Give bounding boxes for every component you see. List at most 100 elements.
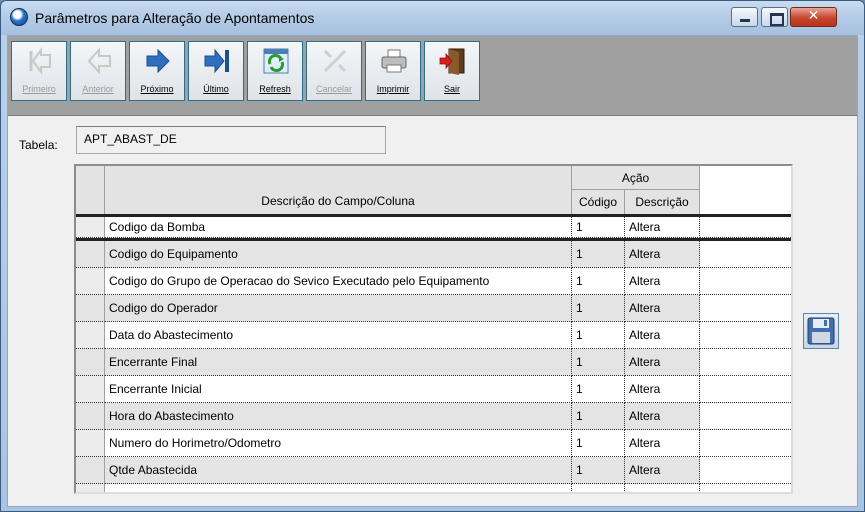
next-record-icon	[146, 48, 170, 74]
table-row[interactable]: Codigo do Operador 1 Altera	[76, 295, 791, 322]
cell-campo[interactable]: Codigo do Grupo de Operacao do Sevico Ex…	[105, 268, 572, 295]
cell-descricao[interactable]: Altera	[625, 430, 700, 457]
cell-empty	[700, 403, 791, 430]
cell-codigo[interactable]: 1	[572, 430, 625, 457]
cell-empty	[700, 268, 791, 295]
print-button[interactable]: Imprimir	[365, 41, 421, 101]
first-record-label: Primeiro	[22, 84, 56, 94]
app-icon[interactable]	[10, 8, 28, 26]
row-selector[interactable]	[76, 295, 105, 322]
close-icon: ✕	[807, 8, 820, 24]
cell-empty	[700, 457, 791, 484]
cell-codigo[interactable]: 1	[572, 403, 625, 430]
tabela-field[interactable]: APT_ABAST_DE	[76, 126, 386, 154]
previous-record-label: Anterior	[82, 84, 114, 94]
table-row[interactable]: Codigo da Bomba 1 Altera	[76, 214, 791, 241]
cell-empty	[700, 484, 791, 492]
cell-descricao[interactable]: Altera	[625, 241, 700, 268]
row-selector[interactable]	[76, 241, 105, 268]
previous-record-button[interactable]: Anterior	[70, 41, 126, 101]
table-row[interactable]: Codigo do Grupo de Operacao do Sevico Ex…	[76, 268, 791, 295]
cell-codigo[interactable]: 1	[572, 322, 625, 349]
tabela-label: Tabela:	[19, 138, 58, 152]
cell-descricao[interactable]: Altera	[625, 217, 700, 238]
table-row[interactable]: Hora do Abastecimento 1 Altera	[76, 403, 791, 430]
table-row[interactable]: Numero do Horimetro/Odometro 1 Altera	[76, 430, 791, 457]
cancel-button[interactable]: Cancelar	[306, 41, 362, 101]
last-record-button[interactable]: Último	[188, 41, 244, 101]
printer-icon	[381, 49, 407, 73]
cell-descricao[interactable]: Altera	[625, 322, 700, 349]
maximize-button[interactable]	[761, 7, 788, 27]
save-button[interactable]	[803, 313, 839, 349]
cell-campo[interactable]: Numero do Horimetro/Odometro	[105, 430, 572, 457]
row-selector[interactable]	[76, 268, 105, 295]
cell-empty	[700, 430, 791, 457]
fields-grid[interactable]: Descrição do Campo/Coluna Ação Código De…	[74, 164, 793, 494]
column-header-descricao[interactable]: Descrição	[625, 190, 700, 215]
cell-campo[interactable]: Encerrante Final	[105, 349, 572, 376]
row-selector-header	[76, 166, 105, 215]
cell-codigo[interactable]: 1	[572, 217, 625, 238]
cell-descricao[interactable]: Altera	[625, 349, 700, 376]
cell-descricao[interactable]: Altera	[625, 457, 700, 484]
cell-campo[interactable]	[105, 484, 572, 492]
last-record-label: Último	[203, 84, 229, 94]
cell-empty	[700, 295, 791, 322]
cancel-label: Cancelar	[315, 84, 353, 94]
cell-empty	[700, 376, 791, 403]
cell-codigo[interactable]: 1	[572, 376, 625, 403]
cancel-icon	[323, 49, 347, 73]
previous-record-icon	[87, 47, 111, 75]
cell-campo[interactable]: Codigo do Operador	[105, 295, 572, 322]
row-selector[interactable]	[76, 403, 105, 430]
row-selector[interactable]	[76, 484, 105, 492]
exit-button[interactable]: Sair	[424, 41, 480, 101]
cell-campo[interactable]: Codigo da Bomba	[105, 217, 572, 238]
cell-descricao[interactable]: Altera	[625, 376, 700, 403]
row-selector[interactable]	[76, 322, 105, 349]
cell-descricao[interactable]: Altera	[625, 295, 700, 322]
row-selector[interactable]	[76, 376, 105, 403]
table-row[interactable]: Codigo do Equipamento 1 Altera	[76, 241, 791, 268]
toolbar: Primeiro Anterior Próximo Último Refresh…	[8, 36, 857, 116]
cell-campo[interactable]: Encerrante Inicial	[105, 376, 572, 403]
column-header-descricao-campo[interactable]: Descrição do Campo/Coluna	[105, 166, 572, 215]
cell-codigo[interactable]: 1	[572, 457, 625, 484]
cell-campo[interactable]: Codigo do Equipamento	[105, 241, 572, 268]
cell-codigo[interactable]: 1	[572, 349, 625, 376]
cell-descricao[interactable]: Altera	[625, 268, 700, 295]
row-selector[interactable]	[76, 457, 105, 484]
cell-campo[interactable]: Data do Abastecimento	[105, 322, 572, 349]
table-row[interactable]: Encerrante Final 1 Altera	[76, 349, 791, 376]
column-header-codigo[interactable]: Código	[572, 190, 625, 215]
table-row-new[interactable]	[76, 484, 791, 492]
exit-door-icon	[439, 48, 465, 75]
first-record-button[interactable]: Primeiro	[11, 41, 67, 101]
table-row[interactable]: Encerrante Inicial 1 Altera	[76, 376, 791, 403]
client-area: Primeiro Anterior Próximo Último Refresh…	[7, 35, 858, 507]
row-selector[interactable]	[76, 349, 105, 376]
next-record-button[interactable]: Próximo	[129, 41, 185, 101]
row-selector[interactable]	[76, 217, 105, 238]
cell-campo[interactable]: Qtde Abastecida	[105, 457, 572, 484]
cell-campo[interactable]: Hora do Abastecimento	[105, 403, 572, 430]
header-filler	[700, 166, 791, 215]
cell-codigo[interactable]	[572, 484, 625, 492]
minimize-button[interactable]	[731, 7, 758, 27]
exit-label: Sair	[443, 84, 460, 94]
row-selector[interactable]	[76, 430, 105, 457]
window-title: Parâmetros para Alteração de Apontamento…	[35, 10, 315, 26]
refresh-button[interactable]: Refresh	[247, 41, 303, 101]
cell-codigo[interactable]: 1	[572, 241, 625, 268]
close-button[interactable]: ✕	[790, 7, 837, 27]
cell-descricao[interactable]	[625, 484, 700, 492]
cell-codigo[interactable]: 1	[572, 268, 625, 295]
cell-codigo[interactable]: 1	[572, 295, 625, 322]
table-row[interactable]: Data do Abastecimento 1 Altera	[76, 322, 791, 349]
cell-descricao[interactable]: Altera	[625, 403, 700, 430]
title-bar[interactable]: Parâmetros para Alteração de Apontamento…	[1, 1, 864, 35]
cell-empty	[700, 349, 791, 376]
app-window: Parâmetros para Alteração de Apontamento…	[0, 0, 865, 512]
table-row[interactable]: Qtde Abastecida 1 Altera	[76, 457, 791, 484]
